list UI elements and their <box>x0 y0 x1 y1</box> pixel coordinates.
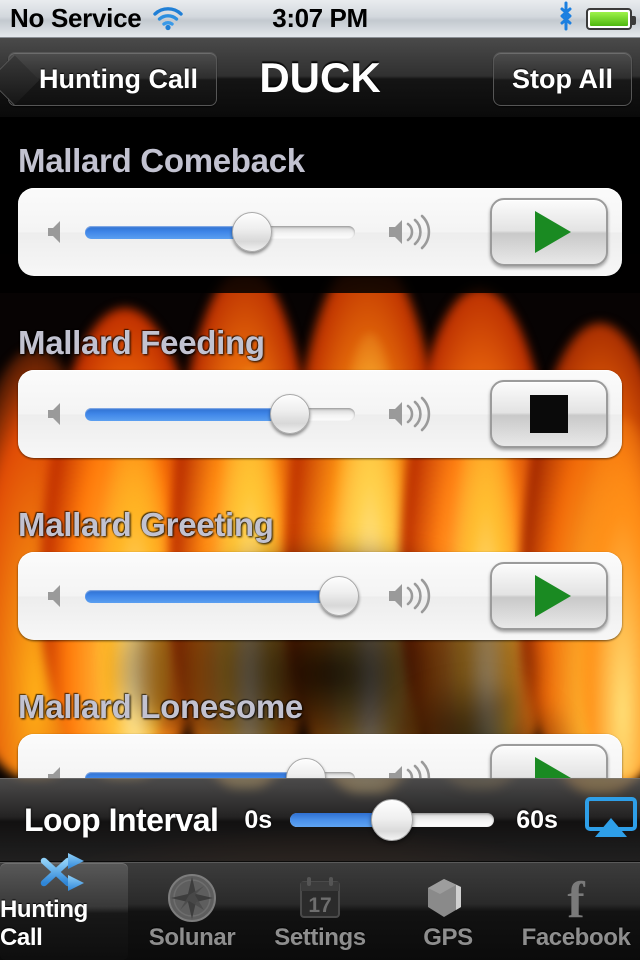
call-row: Mallard Feeding <box>0 318 640 500</box>
call-name-label: Mallard Comeback <box>18 142 305 179</box>
speaker-low-icon <box>46 579 76 618</box>
tab-label: Solunar <box>148 924 236 951</box>
call-name-label: Mallard Feeding <box>18 324 265 361</box>
clock-label: 3:07 PM <box>272 3 368 33</box>
call-row: Mallard Comeback <box>0 136 640 318</box>
speaker-low-icon <box>46 215 76 254</box>
call-control-panel <box>18 188 622 276</box>
call-control-panel <box>18 370 622 458</box>
call-list: Mallard Comeback Mallard Feeding Mallard… <box>0 118 640 778</box>
status-bar: No Service 3:07 PM <box>0 0 640 38</box>
shuffle-icon <box>38 850 90 894</box>
slider-thumb[interactable] <box>371 799 414 841</box>
play-button[interactable] <box>490 198 608 266</box>
speaker-high-icon <box>386 212 440 257</box>
loop-interval-label: Loop Interval <box>24 801 219 838</box>
call-row: Mallard Lonesome <box>0 682 640 778</box>
play-button[interactable] <box>490 562 608 630</box>
call-row: Mallard Greeting <box>0 500 640 682</box>
battery-full-icon <box>586 7 636 30</box>
slider-fill <box>85 226 253 239</box>
compass-icon <box>166 874 218 922</box>
facebook-icon: f <box>556 873 596 923</box>
svg-text:f: f <box>567 873 585 923</box>
call-control-panel <box>18 552 622 640</box>
play-icon <box>535 575 571 617</box>
calendar-icon: 17 <box>295 874 345 922</box>
slider-thumb[interactable] <box>270 394 311 434</box>
tab-label: GPS <box>423 924 473 951</box>
loop-interval-slider[interactable] <box>290 799 495 841</box>
play-icon <box>535 211 571 253</box>
loop-min-label: 0s <box>244 805 273 834</box>
volume-slider[interactable] <box>85 394 355 434</box>
speaker-high-icon <box>386 394 440 439</box>
tab-settings[interactable]: 17 Settings <box>256 863 384 960</box>
bluetooth-icon <box>556 1 576 36</box>
tab-label: Hunting Call <box>0 896 88 951</box>
loop-max-label: 60s <box>516 805 558 834</box>
call-name-label: Mallard Greeting <box>18 506 274 543</box>
loop-interval-bar: Loop Interval 0s 60s <box>0 778 640 862</box>
tab-gps[interactable]: GPS <box>384 863 512 960</box>
stop-all-button[interactable]: Stop All <box>493 52 632 106</box>
airplay-icon[interactable] <box>584 796 638 845</box>
play-icon <box>535 757 571 778</box>
navigation-bar: Hunting Call DUCK Stop All <box>0 38 640 118</box>
speaker-high-icon <box>386 576 440 621</box>
play-button[interactable] <box>490 744 608 778</box>
slider-fill <box>85 590 339 603</box>
speaker-low-icon <box>46 761 76 778</box>
call-control-panel <box>18 734 622 778</box>
stop-button[interactable] <box>490 380 608 448</box>
tab-solunar[interactable]: Solunar <box>128 863 256 960</box>
speaker-low-icon <box>46 397 76 436</box>
tab-facebook[interactable]: f Facebook <box>512 863 640 960</box>
tab-bar: Hunting Call Solunar 17 Settings GPS f F… <box>0 853 640 960</box>
speaker-high-icon <box>386 758 440 778</box>
tab-label: Facebook <box>521 924 631 951</box>
svg-text:17: 17 <box>308 894 331 917</box>
volume-slider[interactable] <box>85 576 359 616</box>
stop-all-label: Stop All <box>512 63 613 94</box>
tab-hunting-call[interactable]: Hunting Call <box>0 853 128 960</box>
volume-slider[interactable] <box>85 212 355 252</box>
tab-label: Settings <box>274 924 366 951</box>
slider-thumb[interactable] <box>286 758 327 778</box>
slider-thumb[interactable] <box>232 212 273 252</box>
slider-fill <box>85 408 291 421</box>
back-button-label: Hunting Call <box>39 63 198 94</box>
stop-icon <box>530 395 568 433</box>
call-name-label: Mallard Lonesome <box>18 688 303 725</box>
cube-icon <box>423 874 473 922</box>
volume-slider[interactable] <box>85 758 355 778</box>
slider-thumb[interactable] <box>318 576 359 616</box>
